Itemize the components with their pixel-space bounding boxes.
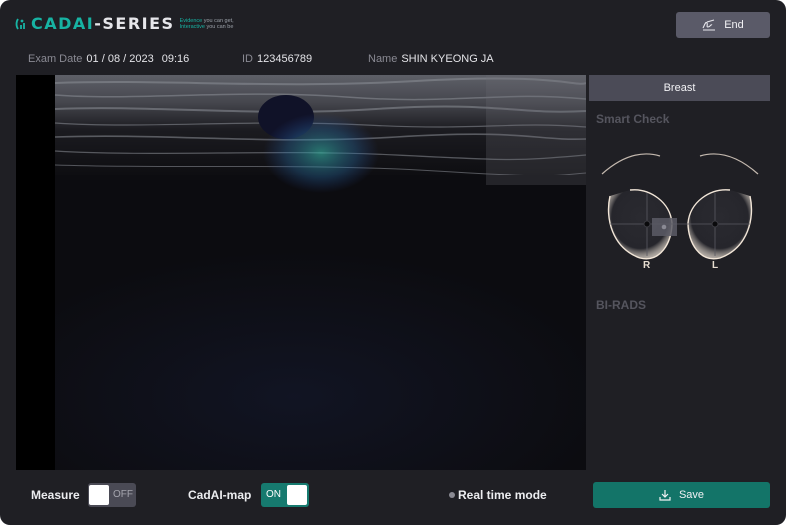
app-window: CADAI-SERIES Evidence you can get, Inter… — [0, 0, 786, 525]
logo-mark-icon — [15, 18, 25, 29]
save-button[interactable]: Save — [593, 482, 770, 508]
exam-date-label: Exam Date — [28, 53, 83, 65]
cadai-map-label: CadAI-map — [188, 488, 252, 502]
patient-name-label: Name — [368, 53, 398, 65]
measure-toggle-knob — [89, 485, 109, 505]
birads-heading: BI-RADS — [596, 298, 646, 312]
cadai-map-toggle-knob — [287, 485, 307, 505]
end-button[interactable]: End — [676, 12, 770, 38]
measure-toggle[interactable]: OFF — [88, 483, 136, 507]
realtime-mode-label: Real time mode — [458, 488, 547, 502]
patient-id: ID 123456789 — [242, 53, 312, 65]
exam-time-value: 09:16 — [161, 53, 190, 65]
cadai-map-toggle-state: ON — [266, 489, 281, 500]
download-icon — [659, 490, 671, 501]
ultrasound-image — [54, 75, 586, 470]
tagline-text-2: you can be — [204, 23, 234, 30]
measure-toggle-state: OFF — [113, 489, 133, 500]
end-button-label: End — [724, 19, 744, 31]
patient-id-value: 123456789 — [257, 53, 313, 65]
logo-tagline: Evidence you can get, Interactive you ca… — [180, 18, 234, 30]
cadai-map-toggle[interactable]: ON — [261, 483, 309, 507]
logo-text: CADAI-SERIES — [31, 14, 175, 33]
measure-label: Measure — [31, 488, 80, 502]
exam-date-value: 01 / 08 / 2023 — [86, 53, 154, 65]
patient-name-value: SHIN KYEONG JA — [401, 53, 494, 65]
breast-diagram-graphic — [601, 153, 759, 260]
right-side-marker: R — [643, 260, 651, 271]
ultrasound-image-viewer[interactable] — [16, 75, 586, 470]
tab-breast[interactable]: Breast — [589, 75, 770, 101]
patient-id-label: ID — [242, 53, 253, 65]
logo-text-main: CADAI — [31, 14, 95, 33]
brand-logo: CADAI-SERIES Evidence you can get, Inter… — [15, 14, 234, 33]
save-button-label: Save — [678, 489, 705, 501]
exit-signature-icon — [702, 19, 716, 31]
tagline-accent-2: Interactive — [179, 23, 205, 30]
exam-date: Exam Date 01 / 08 / 2023 09:16 — [28, 53, 189, 65]
breast-diagram[interactable] — [600, 138, 760, 278]
realtime-mode[interactable]: Real time mode — [449, 488, 547, 502]
patient-name: Name SHIN KYEONG JA — [368, 53, 494, 65]
realtime-indicator-dot — [449, 492, 455, 498]
logo-text-suffix: -SERIES — [94, 14, 175, 33]
left-side-marker: L — [712, 260, 719, 271]
smart-check-heading: Smart Check — [596, 112, 670, 126]
tab-breast-label: Breast — [663, 82, 696, 94]
